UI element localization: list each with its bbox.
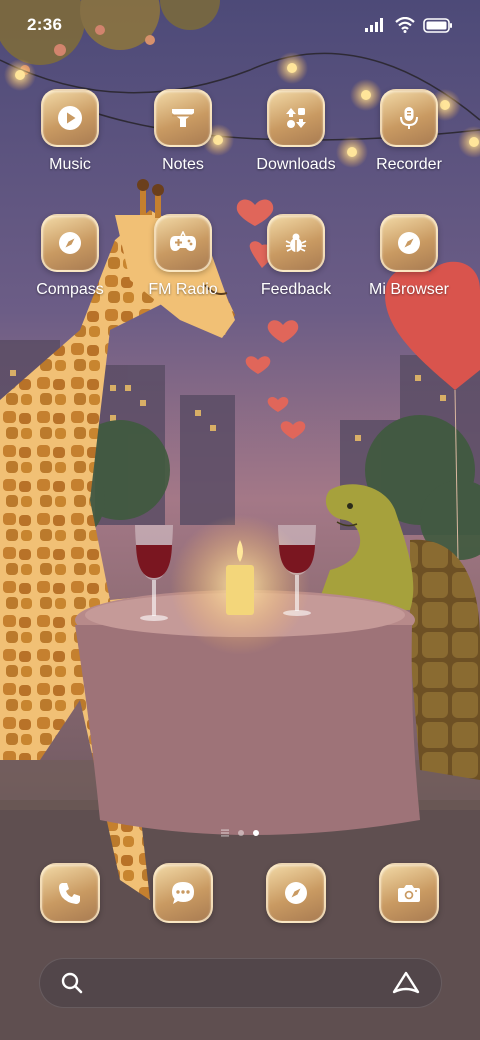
app-icon-tile[interactable] — [379, 863, 439, 923]
status-bar: 2:36 — [0, 0, 480, 50]
app-label: Music — [49, 156, 91, 173]
app-label: Compass — [36, 281, 104, 298]
app-drawer-icon[interactable] — [221, 829, 229, 837]
search-icon[interactable] — [60, 971, 84, 995]
compass-icon — [398, 232, 420, 254]
gamepad-icon — [170, 231, 196, 251]
page-dot-active[interactable] — [253, 830, 259, 836]
app-label: Notes — [162, 156, 204, 173]
dock-browser[interactable] — [266, 863, 326, 923]
status-time: 2:36 — [27, 15, 63, 34]
app-label: Feedback — [260, 281, 332, 298]
funnel-icon — [172, 109, 194, 127]
message-icon — [172, 882, 194, 904]
status-icons — [365, 17, 453, 33]
page-dot[interactable] — [238, 830, 244, 836]
dock-phone[interactable] — [40, 863, 100, 923]
app-icon-tile[interactable] — [40, 863, 100, 923]
app-icon-tile[interactable] — [154, 214, 212, 272]
page-indicator[interactable] — [0, 829, 480, 837]
phone-icon — [59, 883, 80, 904]
app-icon-tile[interactable] — [267, 89, 325, 147]
dock-camera[interactable] — [379, 863, 439, 923]
compass-icon — [285, 882, 307, 904]
dock-messages[interactable] — [153, 863, 213, 923]
app-label: FM Radio — [148, 281, 218, 298]
app-label: Mi Browser — [368, 281, 449, 298]
search-bar[interactable] — [39, 958, 442, 1008]
app-mi-browser[interactable]: Mi Browser — [354, 214, 464, 299]
app-icon-tile[interactable] — [380, 214, 438, 272]
app-notes[interactable]: Notes — [128, 89, 238, 174]
compass-icon — [59, 232, 81, 254]
play-icon — [58, 106, 82, 130]
app-recorder[interactable]: Recorder — [354, 89, 464, 174]
app-label: Recorder — [376, 156, 442, 173]
microphone-icon — [400, 107, 418, 129]
app-icon-tile[interactable] — [153, 863, 213, 923]
wifi-icon — [395, 17, 415, 33]
app-icon-tile[interactable] — [41, 214, 99, 272]
camera-icon — [398, 885, 420, 902]
app-feedback[interactable]: Feedback — [241, 214, 351, 299]
signal-icon — [365, 18, 383, 32]
app-icon-tile[interactable] — [154, 89, 212, 147]
assistant-icon[interactable] — [391, 970, 421, 996]
app-fm-radio[interactable]: FM Radio — [128, 214, 238, 299]
app-compass[interactable]: Compass — [15, 214, 125, 299]
app-label: Downloads — [256, 156, 336, 173]
battery-icon — [423, 17, 452, 33]
app-downloads[interactable]: Downloads — [241, 89, 351, 174]
app-icon-tile[interactable] — [267, 214, 325, 272]
transfer-icon — [286, 108, 306, 128]
bug-icon — [285, 233, 307, 252]
app-icon-tile[interactable] — [41, 89, 99, 147]
app-icon-tile[interactable] — [266, 863, 326, 923]
app-music[interactable]: Music — [15, 89, 125, 174]
app-icon-tile[interactable] — [380, 89, 438, 147]
